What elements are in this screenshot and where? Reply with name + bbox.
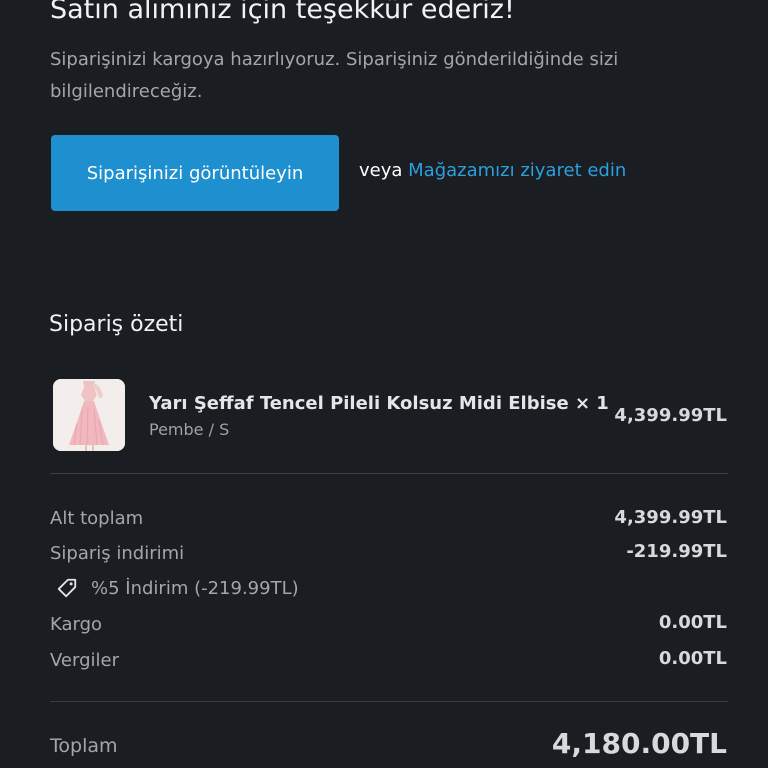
product-price: 4,399.99TL	[614, 405, 727, 426]
view-order-button-label: Siparişinizi görüntüleyin	[86, 162, 304, 184]
subtotal-value: 4,399.99TL	[614, 507, 727, 528]
product-thumbnail	[53, 379, 125, 451]
shipping-info-text: Siparişinizi kargoya hazırlıyoruz. Sipar…	[50, 49, 619, 102]
divider	[50, 473, 728, 474]
order-summary-heading: Sipariş özeti	[49, 312, 184, 337]
subtotal-label: Alt toplam	[50, 508, 144, 529]
tag-icon	[57, 578, 77, 598]
total-label: Toplam	[50, 735, 118, 757]
or-text: veya	[359, 160, 403, 181]
thank-you-heading: Satın alımınız için teşekkür ederiz!	[50, 0, 515, 25]
tax-value: 0.00TL	[658, 648, 727, 669]
total-value: 4,180.00TL	[551, 727, 727, 760]
visit-store-link[interactable]: Mağazamızı ziyaret edin	[408, 160, 626, 181]
tax-label: Vergiler	[50, 650, 119, 671]
shipping-label: Kargo	[50, 614, 103, 635]
product-variant: Pembe / S	[149, 420, 230, 439]
order-discount-label: Sipariş indirimi	[50, 543, 185, 564]
shipping-value: 0.00TL	[658, 612, 727, 633]
divider	[50, 701, 728, 702]
order-discount-value: -219.99TL	[626, 541, 727, 562]
pink-dress-image	[53, 379, 125, 451]
alternative-action: veya Mağazamızı ziyaret edin	[359, 160, 626, 181]
discount-code-text: %5 İndirim (-219.99TL)	[91, 577, 299, 599]
view-order-button[interactable]: Siparişinizi görüntüleyin	[51, 135, 339, 211]
discount-code-line: %5 İndirim (-219.99TL)	[56, 577, 299, 599]
product-name: Yarı Şeffaf Tencel Pileli Kolsuz Midi El…	[149, 393, 609, 414]
order-confirmation-page: Satın alımınız için teşekkür ederiz! Sip…	[0, 0, 768, 768]
